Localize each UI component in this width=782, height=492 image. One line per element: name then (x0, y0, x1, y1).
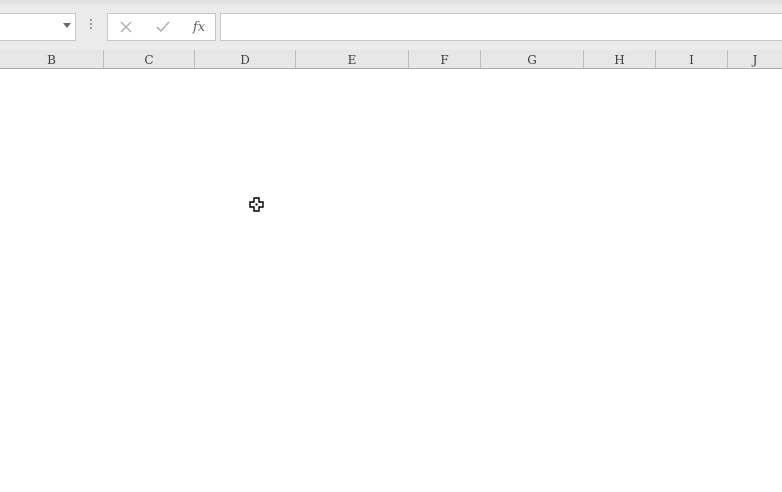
column-header-i[interactable]: I (656, 50, 728, 68)
formula-input[interactable] (220, 13, 782, 41)
cell-grid[interactable] (0, 69, 782, 492)
cancel-x-icon[interactable] (113, 16, 139, 38)
cell-select-cross-cursor-icon (249, 197, 264, 212)
column-header-f[interactable]: F (409, 50, 481, 68)
caret-down-icon[interactable] (63, 23, 71, 28)
spreadsheet-window: fx B C D E F G H I J (0, 0, 782, 492)
column-header-e[interactable]: E (296, 50, 409, 68)
formula-buttons: fx (107, 13, 216, 41)
column-header-g[interactable]: G (481, 50, 584, 68)
column-header-b[interactable]: B (0, 50, 104, 68)
column-header-c[interactable]: C (104, 50, 195, 68)
resize-handle-icon[interactable] (90, 19, 93, 33)
column-header-row: B C D E F G H I J (0, 50, 782, 69)
checkmark-icon[interactable] (150, 16, 176, 38)
name-box[interactable] (0, 13, 76, 41)
column-header-h[interactable]: H (584, 50, 656, 68)
column-header-j[interactable]: J (728, 50, 782, 68)
column-header-d[interactable]: D (195, 50, 296, 68)
insert-function-button[interactable]: fx (186, 16, 212, 38)
formula-bar: fx (0, 4, 782, 50)
